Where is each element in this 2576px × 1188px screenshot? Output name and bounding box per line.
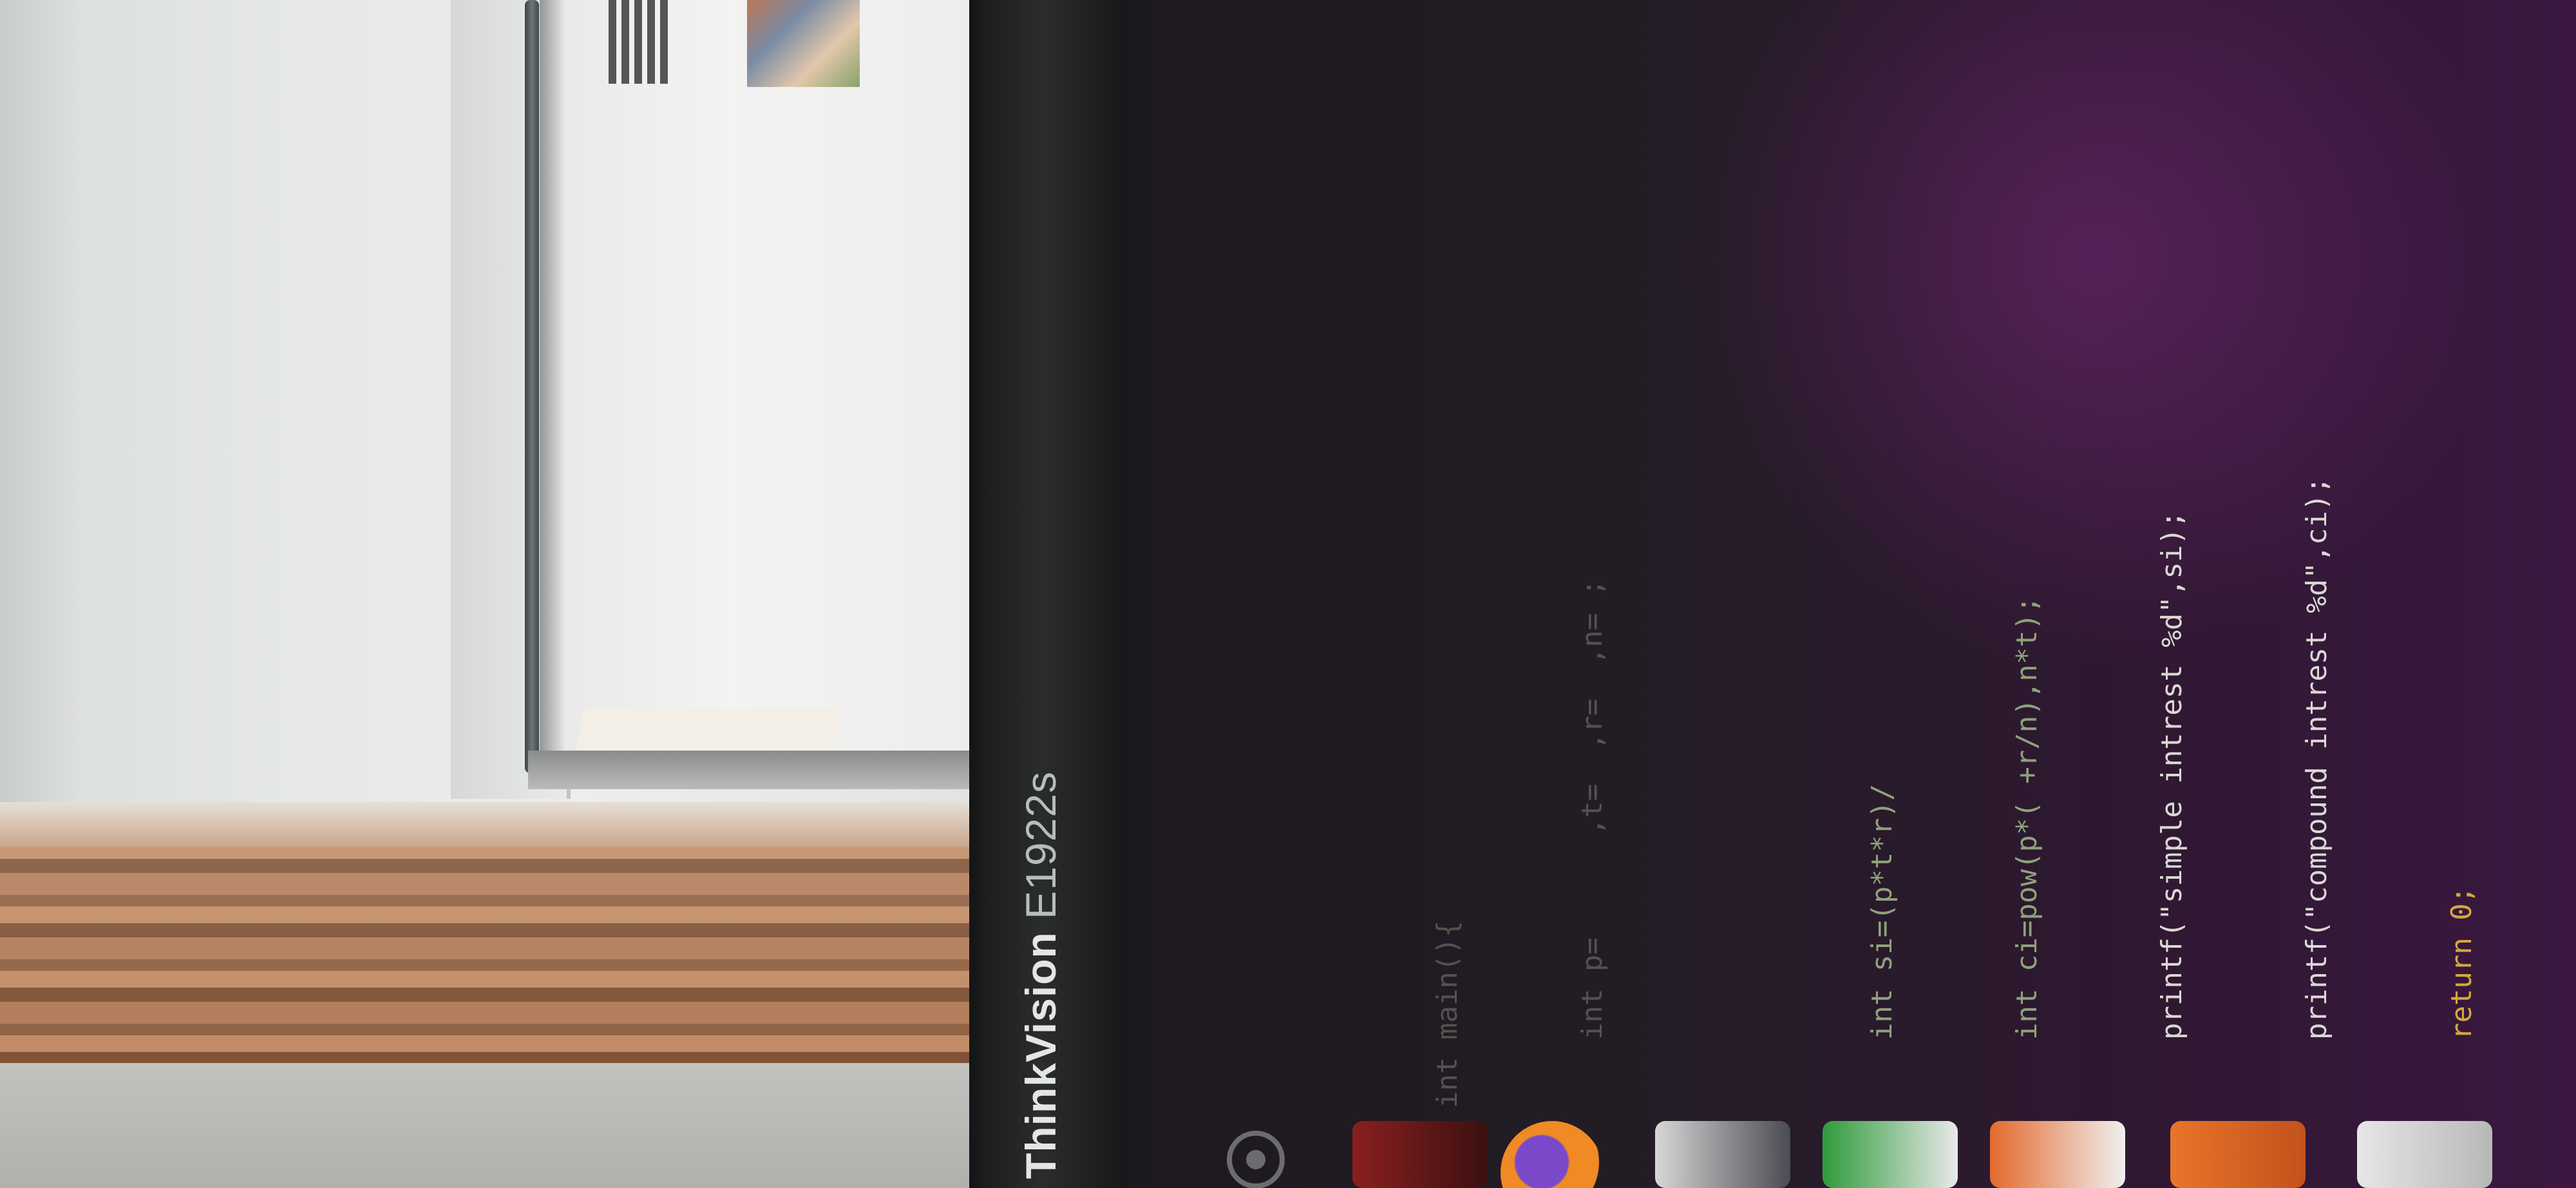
files-icon[interactable]	[1352, 1121, 1488, 1188]
monitor-model: E1922s	[1017, 771, 1065, 919]
ubuntu-icon[interactable]	[1227, 1131, 1285, 1188]
desk-front-panel	[0, 1063, 979, 1188]
monitor-brand-label: ThinkVision E1922s	[1016, 771, 1065, 1179]
presentation-icon[interactable]	[1990, 1121, 2125, 1188]
code-text: int main(){	[1431, 920, 1464, 1108]
code-line: printf("simple intrest %d",si);	[2148, 77, 2196, 1108]
code-line: int si=(p*t*r)/	[1858, 77, 1906, 1108]
wooden-desk	[0, 809, 979, 1079]
code-line: int p= ,t= ,r= ,n= ;	[1568, 77, 1616, 1108]
cable-shadow	[540, 0, 565, 773]
code-line: return 0;	[2438, 77, 2486, 1108]
software-icon[interactable]	[2170, 1121, 2306, 1188]
calculator-icon[interactable]	[1655, 1121, 1790, 1188]
cable	[525, 0, 539, 773]
doorway	[567, 0, 979, 754]
desk-top-edge	[0, 802, 979, 847]
wall-corner	[0, 0, 84, 812]
code-text: int p= ,t= ,r= ,n= ;	[1576, 579, 1609, 1108]
code-text: printf("simple intrest %d",si);	[2155, 510, 2188, 1108]
spreadsheet-icon[interactable]	[1823, 1121, 1958, 1188]
code-line: int ci=pow(p*( +r/n),n*t);	[2003, 77, 2051, 1108]
code-line: int main(){	[1423, 77, 1472, 1108]
code-editor: int main(){ int p= ,t= ,r= ,n= ; int si=…	[1327, 77, 2478, 1108]
poster-picture	[747, 0, 860, 87]
code-text: return 0;	[2445, 886, 2478, 1108]
code-text: printf("compound intrest %d",ci);	[2300, 476, 2333, 1108]
monitor-brand: ThinkVision	[1017, 932, 1065, 1179]
app-icon[interactable]	[2357, 1121, 2492, 1188]
poster-striped	[609, 0, 673, 84]
code-text: int ci=pow(p*( +r/n),n*t);	[2011, 596, 2043, 1108]
photo-scene: ThinkVision E1922s int main(){ int p= ,t…	[0, 0, 2576, 1188]
floor-edge	[528, 751, 979, 789]
paper-sheet	[575, 709, 842, 754]
code-text: int si=(p*t*r)/	[1866, 783, 1899, 1108]
code-line: printf("compound intrest %d",ci);	[2293, 77, 2341, 1108]
